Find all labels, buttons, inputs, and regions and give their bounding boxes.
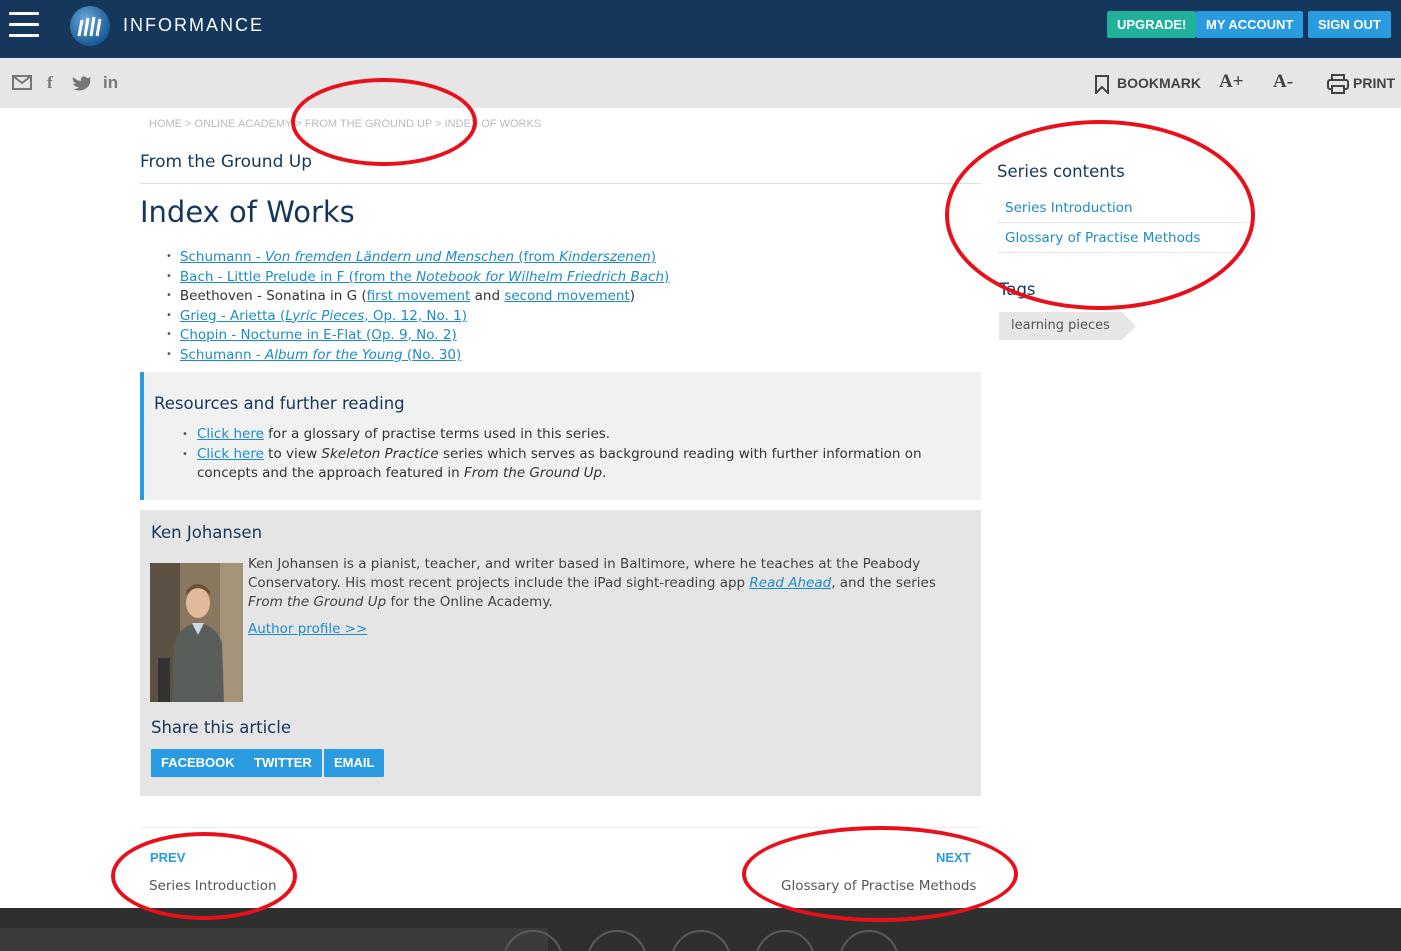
- page-title: Index of Works: [140, 195, 355, 229]
- resources-box: Resources and further reading Click here…: [140, 372, 981, 500]
- tags-title: Tags: [999, 280, 1036, 299]
- read-ahead-link[interactable]: Read Ahead: [749, 575, 831, 591]
- work-link-bach[interactable]: Bach - Little Prelude in F (from the Not…: [180, 269, 669, 285]
- sign-out-button[interactable]: SIGN OUT: [1308, 11, 1391, 38]
- series-title: From the Ground Up: [140, 152, 312, 172]
- bookmark-button[interactable]: BOOKMARK: [1117, 75, 1201, 91]
- work-link-beethoven-second[interactable]: second movement: [504, 288, 629, 304]
- print-icon[interactable]: [1327, 74, 1349, 94]
- list-item: Grieg - Arietta (Lyric Pieces, Op. 12, N…: [166, 308, 669, 328]
- annotation-circle-prev: [111, 832, 297, 920]
- email-share-button[interactable]: EMAIL: [324, 749, 385, 777]
- skeleton-practice-link[interactable]: Click here: [197, 446, 264, 462]
- footer: [0, 908, 1401, 951]
- work-link-schumann-album[interactable]: Schumann - Album for the Young (No. 30): [180, 347, 461, 363]
- author-name: Ken Johansen: [151, 523, 263, 542]
- breadcrumb-current: INDEX OF WORKS: [444, 118, 542, 130]
- prev-article-link[interactable]: Series Introduction: [149, 878, 277, 894]
- footer-social-icon[interactable]: [755, 930, 815, 951]
- breadcrumb-series[interactable]: FROM THE GROUND UP: [305, 118, 432, 130]
- work-link-schumann-kinderszenen[interactable]: Schumann - Von fremden Ländern und Mensc…: [180, 249, 656, 265]
- article-toolbar: f in BOOKMARK A+ A- PRINT: [0, 58, 1401, 108]
- twitter-share-button[interactable]: TWITTER: [244, 749, 322, 777]
- list-item: Beethoven - Sonatina in G (first movemen…: [166, 288, 669, 308]
- facebook-share-button[interactable]: FACEBOOK: [151, 749, 245, 777]
- logo-icon[interactable]: [70, 6, 110, 46]
- breadcrumb-home[interactable]: HOME: [149, 118, 182, 130]
- resources-list: Click here for a glossary of practise te…: [182, 425, 942, 484]
- author-photo: [150, 563, 243, 702]
- footer-social-icon[interactable]: [839, 930, 899, 951]
- next-article-link[interactable]: Glossary of Practise Methods: [781, 878, 976, 894]
- twitter-icon[interactable]: [72, 75, 92, 91]
- breadcrumb-online-academy[interactable]: ONLINE ACADEMY: [195, 118, 293, 130]
- mail-icon[interactable]: [12, 75, 32, 90]
- work-link-grieg[interactable]: Grieg - Arietta (Lyric Pieces, Op. 12, N…: [180, 308, 467, 324]
- linkedin-icon[interactable]: in: [103, 73, 118, 93]
- work-link-chopin[interactable]: Chopin - Nocturne in E-Flat (Op. 9, No. …: [180, 327, 457, 343]
- author-profile-link[interactable]: Author profile >>: [248, 621, 367, 637]
- glossary-link[interactable]: Click here: [197, 426, 264, 442]
- work-text-beethoven: Beethoven - Sonatina in G (: [179, 288, 367, 304]
- share-title: Share this article: [151, 718, 291, 737]
- list-item: Schumann - Von fremden Ländern und Mensc…: [166, 249, 669, 269]
- logo-text[interactable]: INFORMANCE: [123, 15, 264, 36]
- next-button[interactable]: NEXT: [936, 850, 971, 865]
- divider: [140, 827, 981, 828]
- footer-social-icon[interactable]: [587, 930, 647, 951]
- list-item: Schumann - Album for the Young (No. 30): [166, 347, 669, 367]
- resources-title: Resources and further reading: [154, 394, 405, 413]
- breadcrumb: HOME > ONLINE ACADEMY > FROM THE GROUND …: [149, 118, 542, 130]
- sidebar-item-glossary[interactable]: Glossary of Practise Methods: [997, 223, 1247, 253]
- bookmark-icon[interactable]: [1094, 75, 1110, 94]
- menu-icon[interactable]: [9, 12, 39, 42]
- author-box: Ken Johansen Ken Johansen is a pianist, …: [140, 510, 981, 796]
- list-item: Click here for a glossary of practise te…: [182, 425, 942, 445]
- font-decrease-button[interactable]: A-: [1273, 71, 1293, 93]
- works-list: Schumann - Von fremden Ländern und Mensc…: [166, 249, 669, 366]
- tag-learning-pieces[interactable]: learning pieces: [999, 312, 1136, 340]
- sidebar-item-series-introduction[interactable]: Series Introduction: [997, 193, 1247, 223]
- divider: [140, 183, 981, 184]
- top-bar: INFORMANCE UPGRADE! MY ACCOUNT SIGN OUT: [0, 0, 1401, 58]
- author-bio: Ken Johansen is a pianist, teacher, and …: [248, 556, 936, 610]
- list-item: Bach - Little Prelude in F (from the Not…: [166, 269, 669, 289]
- upgrade-button[interactable]: UPGRADE!: [1107, 11, 1197, 38]
- my-account-button[interactable]: MY ACCOUNT: [1196, 11, 1304, 38]
- list-item: Click here to view Skeleton Practice ser…: [182, 445, 942, 484]
- footer-social-icon[interactable]: [671, 930, 731, 951]
- facebook-icon[interactable]: f: [47, 73, 53, 93]
- font-increase-button[interactable]: A+: [1219, 71, 1244, 93]
- series-contents-title: Series contents: [997, 162, 1125, 181]
- prev-button[interactable]: PREV: [150, 850, 185, 865]
- print-button[interactable]: PRINT: [1353, 75, 1395, 91]
- work-link-beethoven-first[interactable]: first movement: [367, 288, 471, 304]
- list-item: Chopin - Nocturne in E-Flat (Op. 9, No. …: [166, 327, 669, 347]
- newsletter-input[interactable]: [0, 928, 548, 951]
